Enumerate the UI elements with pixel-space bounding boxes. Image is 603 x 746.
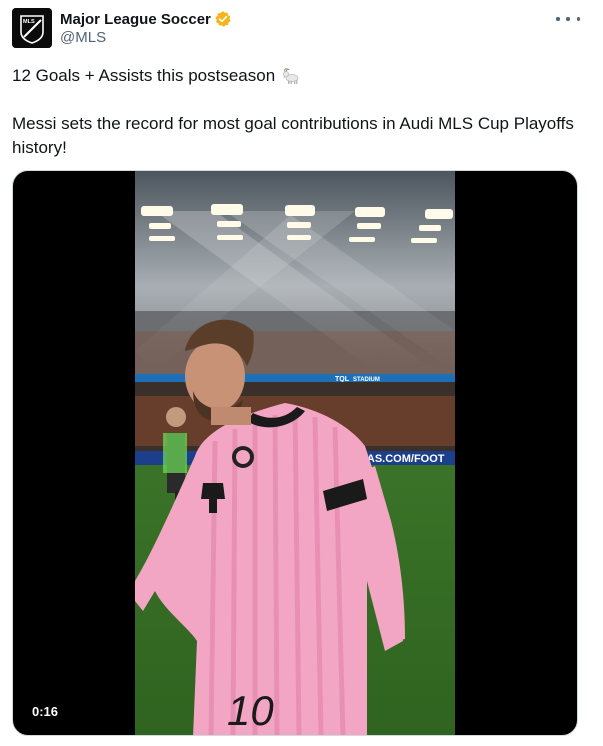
more-options-icon[interactable] [556, 10, 580, 28]
video-thumbnail: TQL STADIUM ADIDAS.COM/FOOT 10 [135, 171, 455, 735]
mls-logo-icon: MLS [12, 8, 52, 48]
author-name-row: Major League Soccer [60, 9, 232, 29]
author-display-name[interactable]: Major League Soccer [60, 11, 211, 28]
tweet-text: 12 Goals + Assists this postseason Messi… [12, 64, 582, 160]
avatar-logo-text: MLS [23, 19, 35, 25]
author-avatar[interactable]: MLS [12, 8, 52, 48]
goat-icon [281, 67, 301, 85]
tweet-line-1-text: 12 Goals + Assists this postseason [12, 66, 276, 85]
tweet-line-2: Messi sets the record for most goal cont… [12, 114, 574, 157]
video-frame[interactable]: TQL STADIUM ADIDAS.COM/FOOT 10 [135, 171, 455, 735]
author-handle[interactable]: @MLS [60, 29, 106, 46]
tweet-line-1: 12 Goals + Assists this postseason [12, 64, 582, 88]
video-duration: 0:16 [25, 701, 66, 723]
video-player[interactable]: TQL STADIUM ADIDAS.COM/FOOT 10 0:16 [12, 170, 578, 736]
verified-badge-icon [214, 10, 232, 28]
board-text-tql: TQL [335, 376, 350, 383]
jersey-number: 10 [227, 687, 274, 734]
